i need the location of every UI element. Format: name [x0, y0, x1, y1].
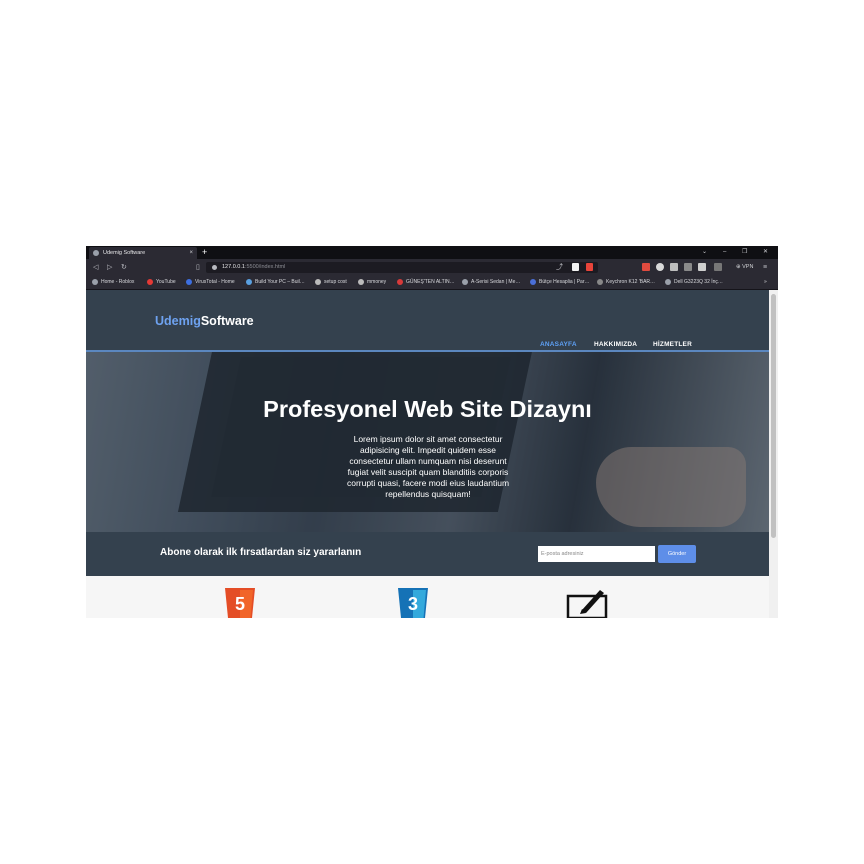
bookmark-label: Dell G3223Q 32 İnç…	[674, 279, 723, 285]
nav-anasayfa[interactable]: ANASAYFA	[540, 341, 577, 348]
reload-icon[interactable]: ↻	[121, 259, 127, 276]
dell-icon	[665, 278, 671, 285]
tab-list-icon[interactable]: ⌄	[702, 246, 707, 259]
favicon-icon	[93, 250, 99, 256]
hero-section: Profesyonel Web Site Dizaynı Lorem ipsum…	[86, 352, 769, 532]
bookmark-item[interactable]: mmoney	[358, 276, 386, 289]
extensions-icon[interactable]	[684, 263, 692, 271]
logo-part-2: Software	[200, 314, 254, 328]
subscribe-title: Abone olarak ilk fırsatlardan siz yararl…	[160, 547, 362, 558]
minimize-button[interactable]: –	[723, 246, 726, 259]
bookmark-item[interactable]: setup cost	[315, 276, 347, 289]
maximize-button[interactable]: ❐	[742, 246, 747, 259]
url-text: 127.0.0.1:5500/index.html	[222, 262, 285, 273]
site-info-icon[interactable]	[212, 265, 217, 270]
keychron-icon	[597, 278, 603, 285]
shields-icon[interactable]	[572, 263, 579, 271]
new-tab-button[interactable]: +	[202, 246, 207, 259]
html5-icon: 5	[225, 588, 255, 618]
tab-title: Udemig Software	[103, 250, 146, 256]
gunes-icon	[397, 278, 403, 285]
hero-title: Profesyonel Web Site Dizaynı	[263, 396, 592, 422]
tab-active[interactable]: Udemig Software ×	[89, 247, 197, 259]
bookmark-label: Home - Roblox	[101, 279, 135, 285]
address-bar[interactable]: 127.0.0.1:5500/index.html	[206, 262, 598, 273]
extension-circle-icon[interactable]	[656, 263, 664, 271]
css3-icon: 3	[398, 588, 428, 618]
send-button[interactable]: Gönder	[658, 545, 696, 563]
menu-icon[interactable]: ≡	[763, 259, 767, 276]
virustotal-icon	[186, 278, 192, 285]
bookmark-item[interactable]: Bütçe Hesaplia | Par…	[530, 276, 590, 289]
navigation-bar: ◁ ▷ ↻ ▯ 127.0.0.1:5500/index.html ⤴ ⊕ VP…	[86, 259, 778, 276]
bookmark-label: VirusTotal - Home	[195, 279, 235, 285]
scrollbar-thumb[interactable]	[771, 294, 776, 538]
pcpartpicker-icon	[246, 278, 252, 285]
bookmark-label: setup cost	[324, 279, 347, 285]
extension-red-icon[interactable]	[642, 263, 650, 271]
url-path: :5500/index.html	[244, 264, 286, 270]
rewards-icon[interactable]	[586, 263, 593, 271]
close-window-button[interactable]: ✕	[763, 246, 768, 259]
bookmark-item[interactable]: YouTube	[147, 276, 176, 289]
bookmark-item[interactable]: Home - Roblox	[92, 276, 134, 289]
bookmark-item[interactable]: GÜNEŞ'TEN ALTIN…	[397, 276, 455, 289]
scrollbar[interactable]	[769, 290, 778, 618]
email-input[interactable]	[538, 546, 655, 562]
bookmarks-overflow-icon[interactable]: »	[764, 276, 767, 289]
hero-text: Lorem ipsum dolor sit amet consectetur a…	[346, 434, 510, 499]
wallet-icon[interactable]	[714, 263, 722, 271]
sidebar-icon[interactable]	[698, 263, 706, 271]
globe-icon	[358, 278, 364, 285]
tab-strip: Udemig Software × + ⌄ – ❐ ✕	[86, 246, 778, 259]
forward-icon[interactable]: ▷	[107, 259, 112, 276]
close-tab-icon[interactable]: ×	[189, 247, 193, 259]
url-host: 127.0.0.1	[222, 264, 245, 270]
bookmark-label: mmoney	[367, 279, 387, 285]
bookmark-item[interactable]: A-Serisi Sedan | Me…	[462, 276, 520, 289]
budget-icon	[530, 278, 536, 285]
nav-hizmetler[interactable]: HİZMETLER	[653, 341, 692, 348]
bookmark-item[interactable]: Keychron K12 'BAR…	[597, 276, 655, 289]
page-viewport: UdemigSoftware ANASAYFA HAKKIMIZDA HİZME…	[86, 290, 769, 618]
bookmark-label: Bütçe Hesaplia | Par…	[539, 279, 590, 285]
bookmark-item[interactable]: Dell G3223Q 32 İnç…	[665, 276, 723, 289]
bookmark-label: A-Serisi Sedan | Me…	[471, 279, 521, 285]
share-icon[interactable]: ⤴	[556, 259, 563, 276]
mercedes-icon	[462, 278, 468, 285]
vpn-button[interactable]: ⊕ VPN	[736, 259, 753, 276]
subscribe-section: Abone olarak ilk fırsatlardan siz yararl…	[86, 532, 769, 576]
bookmark-item[interactable]: VirusTotal - Home	[186, 276, 235, 289]
youtube-icon	[147, 278, 153, 285]
bookmark-label: Keychron K12 'BAR…	[606, 279, 656, 285]
bookmarks-bar: Home - Roblox YouTube VirusTotal - Home …	[86, 276, 778, 290]
nav-hakkimizda[interactable]: HAKKIMIZDA	[594, 341, 637, 348]
site-header: UdemigSoftware ANASAYFA HAKKIMIZDA HİZME…	[86, 290, 769, 352]
html5-label: 5	[235, 594, 245, 614]
design-icon	[566, 590, 608, 618]
extension-gray-icon[interactable]	[670, 263, 678, 271]
bookmark-label: YouTube	[156, 279, 176, 285]
browser-window: Udemig Software × + ⌄ – ❐ ✕ ◁ ▷ ↻ ▯ 127.…	[86, 246, 778, 618]
bookmark-label: GÜNEŞ'TEN ALTIN…	[406, 279, 455, 285]
bookmark-item[interactable]: Build Your PC – Buil…	[246, 276, 305, 289]
css3-label: 3	[408, 594, 418, 614]
features-section: 5 3	[86, 576, 769, 618]
bookmark-label: Build Your PC – Buil…	[255, 279, 305, 285]
logo-part-1: Udemig	[155, 314, 201, 328]
roblox-icon	[92, 278, 98, 285]
bookmark-icon[interactable]: ▯	[196, 259, 200, 276]
globe-icon	[315, 278, 321, 285]
site-logo[interactable]: UdemigSoftware	[155, 314, 254, 328]
back-icon[interactable]: ◁	[93, 259, 98, 276]
